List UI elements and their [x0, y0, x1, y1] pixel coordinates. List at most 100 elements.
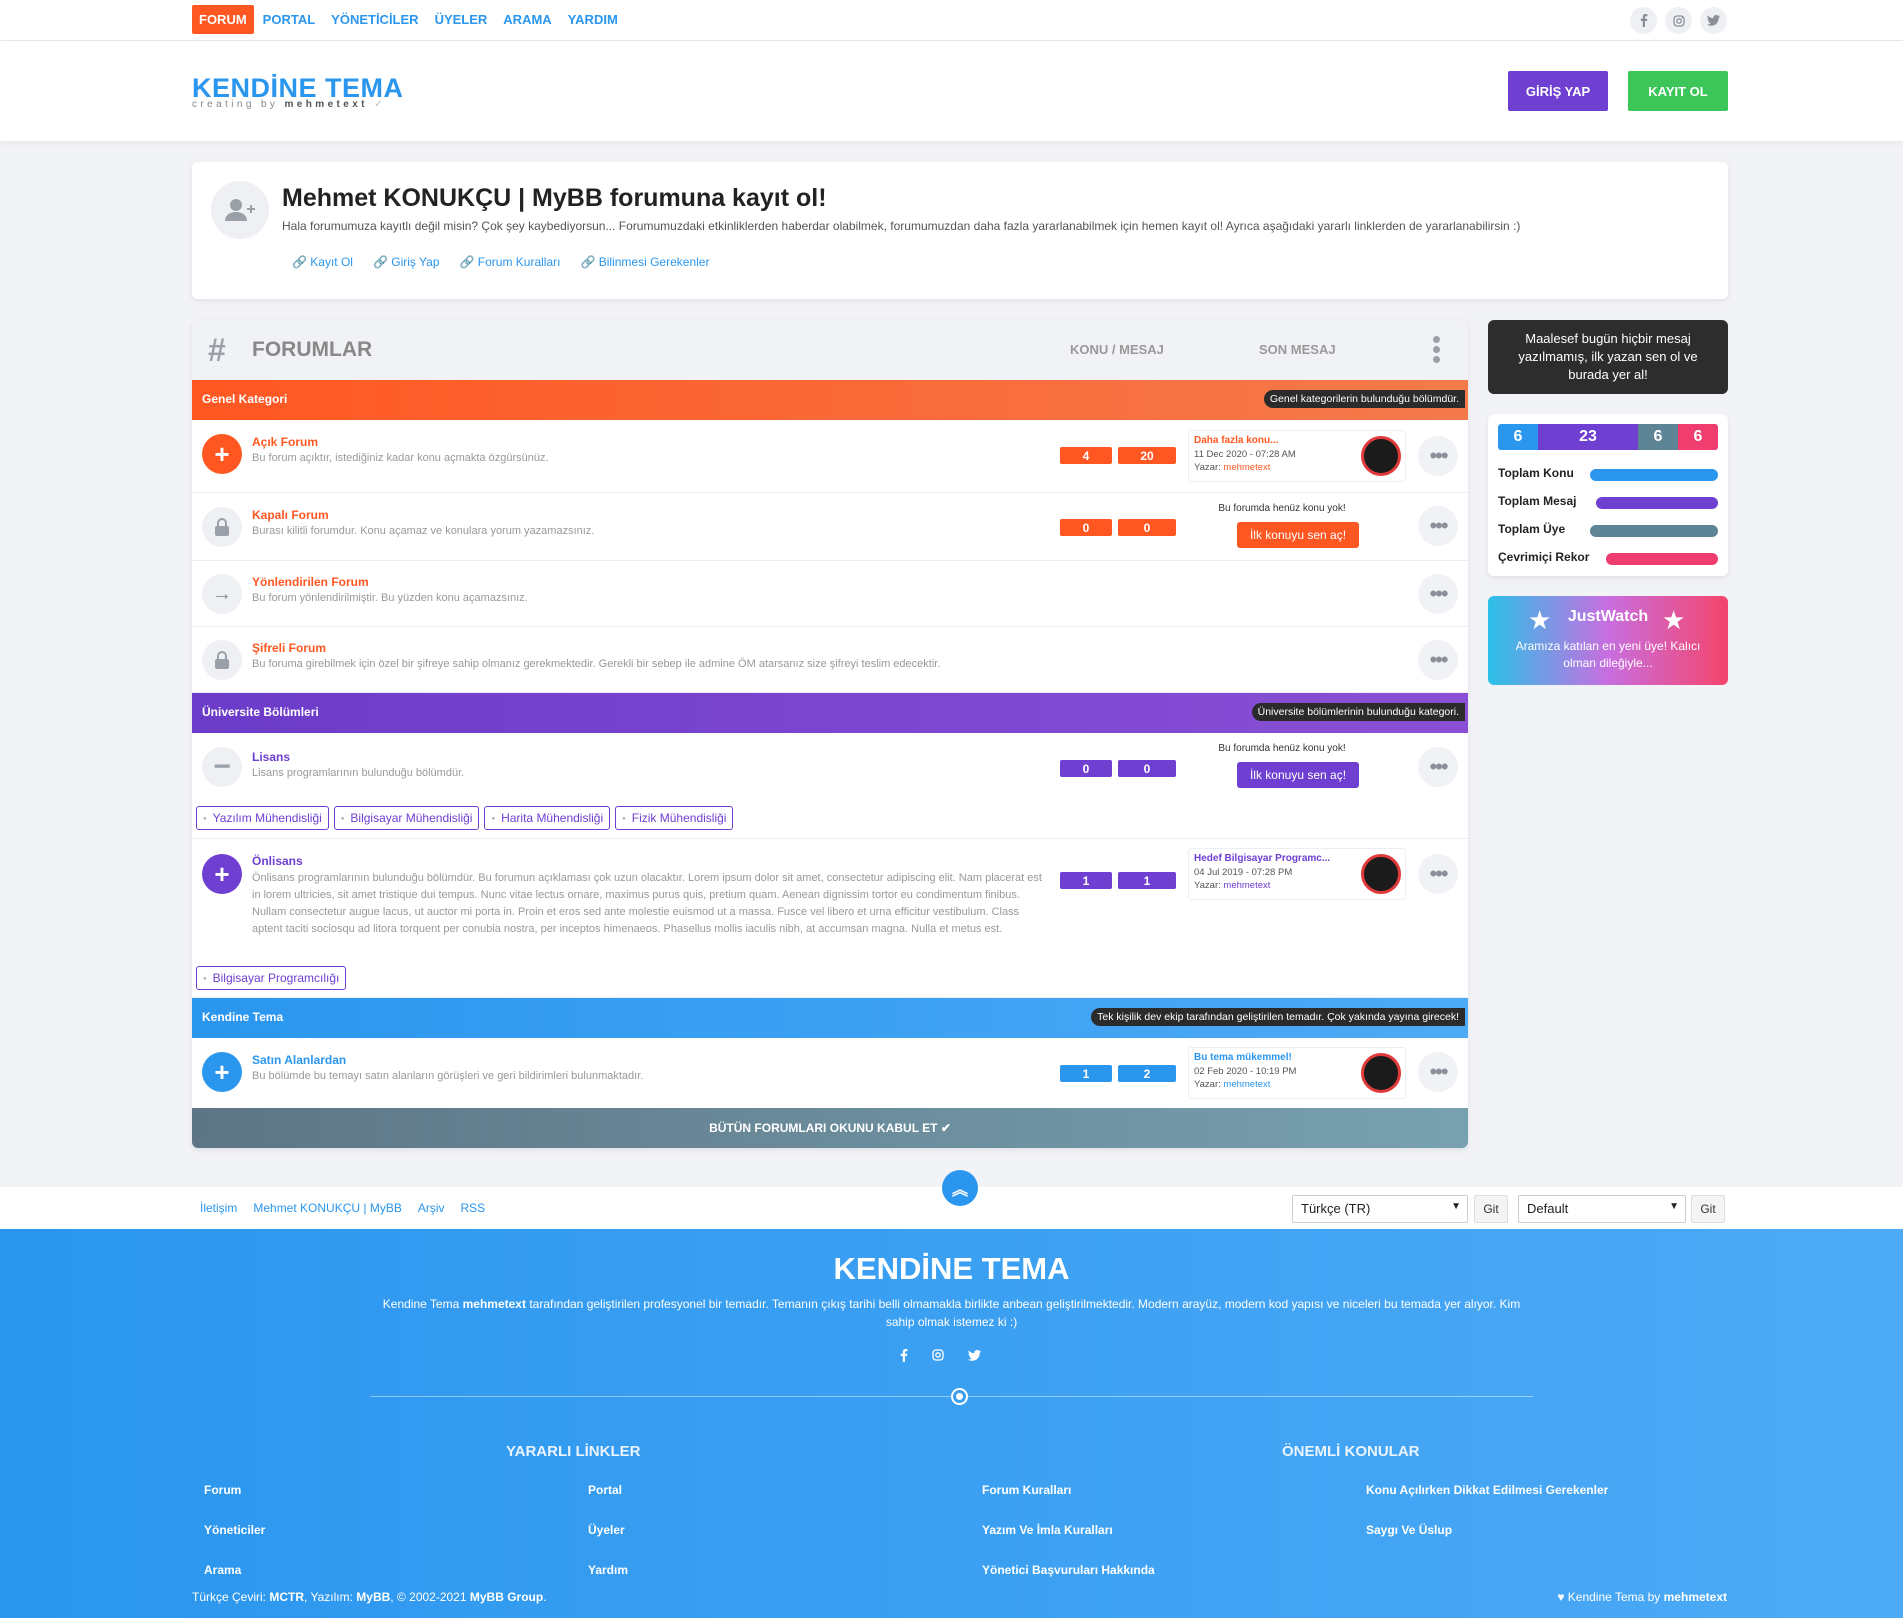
- user-plus-icon: [211, 181, 269, 239]
- register-button[interactable]: KAYIT OL: [1628, 71, 1728, 111]
- category-header[interactable]: Üniversite Bölümleri Üniversite bölümler…: [192, 693, 1468, 733]
- forum-name[interactable]: Açık Forum: [252, 435, 318, 449]
- twitter-icon[interactable]: [968, 1349, 981, 1365]
- newest-member-name[interactable]: JustWatch: [1488, 608, 1728, 626]
- footer-link[interactable]: Yazım Ve İmla Kuralları: [982, 1523, 1113, 1537]
- footer-link[interactable]: Forum: [204, 1483, 241, 1497]
- language-go-button[interactable]: Git: [1474, 1195, 1508, 1223]
- plus-icon[interactable]: +: [202, 854, 242, 894]
- subforum-link[interactable]: Bilgisayar Programcılığı: [196, 966, 347, 990]
- topic-count: 0: [1060, 519, 1112, 536]
- instagram-icon[interactable]: [932, 1349, 944, 1365]
- site-link[interactable]: Mehmet KONUKÇU | MyBB: [253, 1201, 401, 1215]
- subforum-link[interactable]: Harita Mühendisliği: [484, 806, 611, 830]
- avatar[interactable]: [1361, 436, 1401, 476]
- category-name: Üniversite Bölümleri: [202, 705, 319, 719]
- footer-link[interactable]: Konu Açılırken Dikkat Edilmesi Gerekenle…: [1366, 1483, 1608, 1497]
- last-post-author: Yazar: mehmetext: [1194, 1079, 1271, 1090]
- twitter-icon[interactable]: [1700, 7, 1727, 34]
- back-to-top-button[interactable]: ︽: [942, 1170, 978, 1206]
- plus-icon[interactable]: +: [202, 1052, 242, 1092]
- category-header[interactable]: Kendine Tema Tek kişilik dev ekip tarafı…: [192, 998, 1468, 1038]
- welcome-link-info[interactable]: 🔗 Bilinmesi Gerekenler: [580, 255, 709, 269]
- plus-icon[interactable]: +: [202, 434, 242, 474]
- footer-link[interactable]: Forum Kuralları: [982, 1483, 1071, 1497]
- forum-name[interactable]: Satın Alanlardan: [252, 1053, 346, 1067]
- lock-icon[interactable]: [202, 640, 242, 680]
- footer-link[interactable]: Yönetici Başvuruları Hakkında: [982, 1563, 1155, 1577]
- category-header[interactable]: Genel Kategori Genel kategorilerin bulun…: [192, 380, 1468, 420]
- minus-icon[interactable]: −: [202, 747, 242, 787]
- theme-go-button[interactable]: Git: [1691, 1195, 1725, 1223]
- nav-admins[interactable]: YÖNETİCİLER: [324, 5, 425, 34]
- instagram-icon[interactable]: [1665, 7, 1692, 34]
- footer-link[interactable]: Saygı Ve Üslup: [1366, 1523, 1452, 1537]
- language-select[interactable]: Türkçe (TR) ▼: [1292, 1195, 1468, 1223]
- new-topic-button[interactable]: İlk konuyu sen aç!: [1237, 522, 1359, 548]
- forum-name[interactable]: Lisans: [252, 750, 290, 764]
- forum-name[interactable]: Yönlendirilen Forum: [252, 575, 369, 589]
- more-options-icon[interactable]: •••: [1418, 1052, 1458, 1092]
- mark-all-read-button[interactable]: BÜTÜN FORUMLARI OKUNU KABUL ET ✔: [192, 1108, 1468, 1148]
- arrow-right-icon[interactable]: →: [202, 574, 242, 614]
- stat-topics: 6: [1498, 424, 1538, 450]
- forum-name[interactable]: Kapalı Forum: [252, 508, 329, 522]
- stat-members: 6: [1638, 424, 1678, 450]
- subforum-link[interactable]: Fizik Mühendisliği: [615, 806, 734, 830]
- avatar[interactable]: [1361, 854, 1401, 894]
- new-topic-button[interactable]: İlk konuyu sen aç!: [1237, 762, 1359, 788]
- archive-link[interactable]: Arşiv: [418, 1201, 445, 1215]
- welcome-link-login[interactable]: 🔗 Giriş Yap: [373, 255, 440, 269]
- more-options-icon[interactable]: •••: [1418, 574, 1458, 614]
- footer-link[interactable]: Yöneticiler: [204, 1523, 265, 1537]
- welcome-link-register[interactable]: 🔗 Kayıt Ol: [292, 255, 353, 269]
- more-vertical-icon[interactable]: [1433, 336, 1443, 363]
- more-options-icon[interactable]: •••: [1418, 436, 1458, 476]
- last-post-title[interactable]: Bu tema mükemmel!: [1194, 1052, 1292, 1063]
- last-post-title[interactable]: Hedef Bilgisayar Programc...: [1194, 853, 1330, 864]
- welcome-link-rules[interactable]: 🔗 Forum Kuralları: [460, 255, 561, 269]
- lock-icon[interactable]: [202, 507, 242, 547]
- footer-link[interactable]: Üyeler: [588, 1523, 625, 1537]
- forum-row: → Yönlendirilen Forum Bu forum yönlendir…: [192, 561, 1468, 627]
- newest-member-text: Aramıza katılan en yeni üye! Kalıcı olma…: [1515, 639, 1701, 670]
- login-button[interactable]: GİRİŞ YAP: [1508, 71, 1608, 111]
- forum-name[interactable]: Önlisans: [252, 854, 303, 868]
- facebook-icon[interactable]: [900, 1349, 908, 1365]
- avatar[interactable]: [1361, 1053, 1401, 1093]
- more-options-icon[interactable]: •••: [1418, 506, 1458, 546]
- last-post-title[interactable]: Daha fazla konu...: [1194, 435, 1278, 446]
- facebook-icon[interactable]: [1630, 7, 1657, 34]
- logo-title: KENDİNE TEMA: [192, 73, 404, 103]
- theme-select[interactable]: Default ▼: [1518, 1195, 1686, 1223]
- footer-link[interactable]: Arama: [204, 1563, 241, 1577]
- nav-forum[interactable]: FORUM: [192, 5, 254, 34]
- subforum-link[interactable]: Yazılım Mühendisliği: [196, 806, 329, 830]
- more-options-icon[interactable]: •••: [1418, 747, 1458, 787]
- category-name: Genel Kategori: [202, 392, 288, 406]
- nav-search[interactable]: ARAMA: [496, 5, 558, 34]
- more-options-icon[interactable]: •••: [1418, 854, 1458, 894]
- nav-help[interactable]: YARDIM: [561, 5, 625, 34]
- footer-link[interactable]: Portal: [588, 1483, 622, 1497]
- footer-link[interactable]: Yardım: [588, 1563, 628, 1577]
- contact-link[interactable]: İletişim: [200, 1201, 237, 1215]
- more-options-icon[interactable]: •••: [1418, 640, 1458, 680]
- forum-name[interactable]: Şifreli Forum: [252, 641, 326, 655]
- stat-record: 6: [1678, 424, 1718, 450]
- last-post-user[interactable]: mehmetext: [1223, 880, 1270, 891]
- site-logo[interactable]: KENDİNE TEMA creating by mehmetext ✓: [192, 74, 404, 110]
- last-post-date: 02 Feb 2020 - 10:19 PM: [1194, 1066, 1297, 1077]
- last-post-user[interactable]: mehmetext: [1223, 462, 1270, 473]
- site-header: KENDİNE TEMA creating by mehmetext ✓ GİR…: [0, 41, 1903, 141]
- rss-link[interactable]: RSS: [461, 1201, 486, 1215]
- topic-count: 4: [1060, 447, 1112, 464]
- nav-members[interactable]: ÜYELER: [428, 5, 495, 34]
- last-post-user[interactable]: mehmetext: [1223, 1079, 1270, 1090]
- forum-description: Bu forum açıktır, istediğiniz kadar konu…: [252, 452, 549, 464]
- forum-description: Bu forum yönlendirilmiştir. Bu yüzden ko…: [252, 592, 528, 604]
- subforum-link[interactable]: Bilgisayar Mühendisliği: [333, 806, 480, 830]
- newest-member-box[interactable]: ★ JustWatch ★ Aramıza katılan en yeni üy…: [1488, 596, 1728, 685]
- forum-list-title: FORUMLAR: [252, 338, 373, 361]
- nav-portal[interactable]: PORTAL: [256, 5, 322, 34]
